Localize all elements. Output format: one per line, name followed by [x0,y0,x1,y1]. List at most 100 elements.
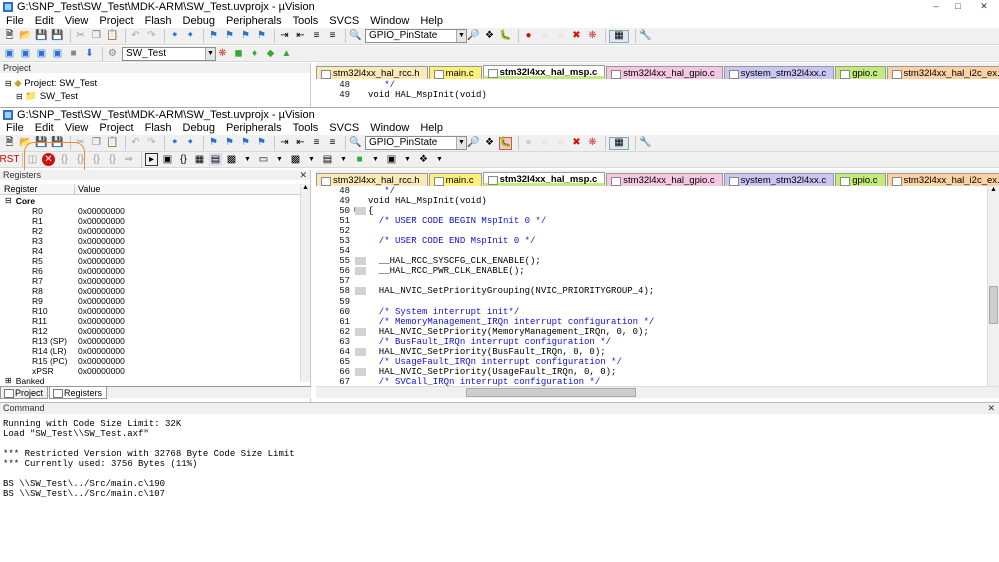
panel-tab-registers[interactable]: Registers [49,386,108,399]
col-register-header[interactable]: Register [0,184,75,194]
dropdown-icon[interactable]: ▼ [241,153,254,166]
nav-forward-icon[interactable]: 🠺 [184,30,197,43]
gutter-marker[interactable] [354,186,368,196]
gutter-marker[interactable] [354,327,368,337]
tab-stm32l4xx-hal-msp-c[interactable]: stm32l4xx_hal_msp.c [482,65,606,79]
register-row[interactable]: R5 0x00000000 [0,256,310,266]
collapse-icon[interactable]: ⊟ [0,196,12,206]
menu-item-view[interactable]: View [65,122,89,134]
download-icon[interactable]: ⬇ [83,47,96,60]
gutter-marker[interactable] [354,337,368,347]
register-value[interactable]: 0x00000000 [75,266,125,276]
gutter-marker[interactable] [354,377,368,386]
gutter-marker[interactable] [354,226,368,236]
expand-icon[interactable]: ⊞ [0,376,12,386]
show-next-statement-icon[interactable]: ⇒ [122,153,135,166]
unindent-icon[interactable]: ⇤ [294,137,307,150]
gutter-marker[interactable] [354,317,368,327]
breakpoint-disable-icon[interactable]: ○ [538,137,551,150]
command-window-icon[interactable]: ▸ [145,153,158,166]
disassembly-window-icon[interactable]: ▣ [161,153,174,166]
menu-item-project[interactable]: Project [99,122,133,134]
gutter-marker[interactable]: ⊟ [354,206,368,216]
batch-build-icon[interactable]: ▣ [51,47,64,60]
find-icon[interactable]: 🔎 [467,30,480,43]
register-value[interactable]: 0x00000000 [75,246,125,256]
menu-item-peripherals[interactable]: Peripherals [226,15,282,27]
step-out-icon[interactable]: {} [90,153,103,166]
col-value-header[interactable]: Value [75,184,100,194]
menu-item-tools[interactable]: Tools [293,122,319,134]
nav-back-icon[interactable]: 🠸 [168,30,181,43]
register-row[interactable]: R7 0x00000000 [0,276,310,286]
register-group-core[interactable]: ⊟ Core [0,196,310,206]
select-software-packs-icon[interactable]: ◆ [264,47,277,60]
menu-item-help[interactable]: Help [420,122,443,134]
manage-components-icon[interactable]: ◼ [232,47,245,60]
menu-item-file[interactable]: File [6,15,24,27]
gutter-marker[interactable] [354,80,368,90]
menu-item-project[interactable]: Project [99,15,133,27]
debug-icon[interactable]: 🐛 [499,30,512,43]
dropdown-icon[interactable]: ▼ [305,153,318,166]
tab-stm32l4xx-hal-gpio-c[interactable]: stm32l4xx_hal_gpio.c [606,66,723,79]
scroll-up-icon[interactable]: ▲ [988,186,999,193]
menu-item-debug[interactable]: Debug [183,15,215,27]
trace-window-icon[interactable]: ■ [353,153,366,166]
back-window-titlebar[interactable]: G:\SNP_Test\SW_Test\MDK-ARM\SW_Test.uvpr… [0,0,999,14]
paste-icon[interactable]: 📋 [106,30,119,43]
window-layout-icon[interactable]: ▦ [609,29,629,43]
tab-gpio-c[interactable]: gpio.c [835,173,886,186]
gutter-marker[interactable] [354,367,368,377]
serial-window-icon[interactable]: ▩ [289,153,302,166]
rebuild-icon[interactable]: ▣ [35,47,48,60]
menu-item-help[interactable]: Help [420,15,443,27]
tab-system-stm32l4xx-c[interactable]: system_stm32l4xx.c [723,173,835,186]
tab-stm32l4xx-hal-gpio-c[interactable]: stm32l4xx_hal_gpio.c [606,173,723,186]
save-icon[interactable]: 💾 [35,30,48,43]
register-row[interactable]: R15 (PC) 0x00000000 [0,356,310,366]
dropdown-icon[interactable]: ▼ [401,153,414,166]
front-window-titlebar[interactable]: G:\SNP_Test\SW_Test\MDK-ARM\SW_Test.uvpr… [0,107,999,121]
new-file-icon[interactable]: 🗎 [3,137,16,150]
configure-icon[interactable]: ❋ [586,137,599,150]
tab-stm32l4xx-hal-i2c-ex-c[interactable]: stm32l4xx_hal_i2c_ex.c [886,66,999,79]
incremental-find-icon[interactable]: ❖ [483,137,496,150]
find-in-files-icon[interactable]: 🔍 [349,137,362,150]
indent-icon[interactable]: ⇥ [278,137,291,150]
register-row[interactable]: R4 0x00000000 [0,246,310,256]
menu-item-tools[interactable]: Tools [293,15,319,27]
target-options-icon[interactable]: ❋ [216,47,229,60]
gutter-marker[interactable] [354,276,368,286]
register-row[interactable]: R13 (SP) 0x00000000 [0,336,310,346]
front-find-combo[interactable]: GPIO_PinState ▼ [365,136,467,150]
dropdown-icon[interactable]: ▼ [273,153,286,166]
comment-icon[interactable]: ≡ [310,137,323,150]
system-viewer-icon[interactable]: ▣ [385,153,398,166]
copy-icon[interactable]: ❐ [90,137,103,150]
unindent-icon[interactable]: ⇤ [294,30,307,43]
gutter-marker[interactable] [354,297,368,307]
stop-debug-icon[interactable]: 🐛 [499,136,512,150]
breakpoint-disable-all-icon[interactable]: ○ [554,30,567,43]
gutter-marker[interactable] [354,246,368,256]
gutter-marker[interactable] [354,266,368,276]
tab-stm32l4xx-hal-i2c-ex-c[interactable]: stm32l4xx_hal_i2c_ex.c [886,173,999,186]
copy-icon[interactable]: ❐ [90,30,103,43]
register-group-banked[interactable]: ⊞ Banked [0,376,310,386]
scroll-thumb[interactable] [989,286,998,324]
register-value[interactable]: 0x00000000 [75,216,125,226]
bookmark-prev-icon[interactable]: ⚑ [223,30,236,43]
register-row[interactable]: R3 0x00000000 [0,236,310,246]
new-file-icon[interactable]: 🗎 [3,30,16,43]
tab-stm32l4xx-hal-msp-c[interactable]: stm32l4xx_hal_msp.c [482,172,606,186]
dropdown-icon[interactable]: ▼ [337,153,350,166]
register-row[interactable]: R10 0x00000000 [0,306,310,316]
breakpoint-icon[interactable]: ● [522,137,535,150]
menu-item-edit[interactable]: Edit [35,122,54,134]
wrench-icon[interactable]: 🔧 [639,137,652,150]
run-to-cursor-icon[interactable]: {} [106,153,119,166]
open-folder-icon[interactable]: 📂 [19,30,32,43]
editor-horizontal-scrollbar[interactable] [316,386,999,398]
menu-item-svcs[interactable]: SVCS [329,122,359,134]
